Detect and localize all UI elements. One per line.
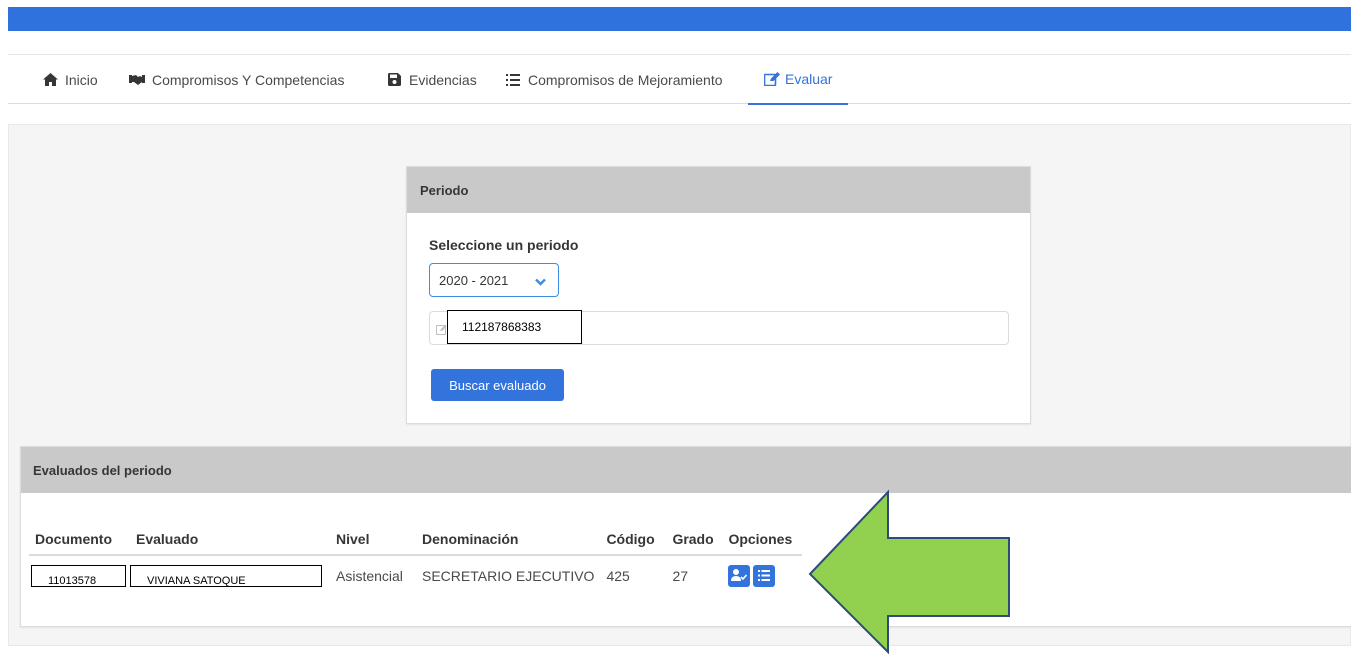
column-header: Denominación [416,523,601,556]
column-header: Código [600,523,667,556]
list-icon [758,568,771,584]
grado-cell: 27 [672,567,689,584]
buscar-evaluado-button[interactable]: Buscar evaluado [431,369,564,401]
top-bar [8,7,1351,31]
save-icon [386,72,402,88]
evaluado-cell: VIVIANA SATOQUE [130,555,330,595]
list-evidencias-button[interactable] [753,564,776,587]
evaluado-search-field [429,310,1009,345]
column-header: Evaluado [130,523,330,556]
documento-value: 11013578 [31,564,126,587]
tab-label: Compromisos Y Competencias [152,71,345,88]
green-arrow-annotation [808,489,1010,654]
evaluados-table: Documento Evaluado Nivel Denominación Có… [29,523,803,595]
handshake-icon [129,72,145,88]
chevron-down-icon [535,274,546,289]
evaluate-user-button[interactable] [728,564,751,587]
evaluate-user-icon [731,568,748,584]
column-header: Nivel [330,523,416,556]
evaluados-card: Evaluados del periodo Documento Evaluado… [20,446,1351,627]
main-tabs: Inicio Compromisos Y Competencias Eviden… [8,54,1351,105]
tab-compromisos-mejoramiento[interactable]: Compromisos de Mejoramiento [505,55,723,104]
tab-inicio[interactable]: Inicio [42,55,98,104]
table-header-row: Documento Evaluado Nivel Denominación Có… [29,523,803,556]
tab-evaluar[interactable]: Evaluar [748,55,849,105]
evaluados-title: Evaluados del periodo [21,447,1351,493]
tab-label: Evidencias [409,71,477,88]
evaluado-search-input[interactable] [447,310,582,344]
home-icon [42,72,58,88]
column-header: Grado [666,523,723,556]
tab-label: Compromisos de Mejoramiento [528,71,723,88]
edit-icon [764,71,780,87]
edit-icon [436,322,447,338]
column-header: Opciones [722,523,803,556]
column-header: Documento [29,523,130,556]
list-icon [505,72,521,88]
evaluado-value: VIVIANA SATOQUE [130,564,322,587]
codigo-cell: 425 [606,567,630,584]
denominacion-cell: SECRETARIO EJECUTIVO [422,567,595,584]
periodo-title: Periodo [407,167,1030,213]
nivel-cell: Asistencial [336,567,403,584]
tab-evidencias[interactable]: Evidencias [386,55,477,104]
table-row: 11013578 VIVIANA SATOQUE Asistencial SEC… [29,555,802,595]
tab-label: Evaluar [785,71,833,87]
periodo-selected-value: 2020 - 2021 [439,272,509,288]
periodo-select[interactable]: 2020 - 2021 [429,263,559,297]
tab-label: Inicio [65,71,98,88]
periodo-select-label: Seleccione un periodo [429,237,579,253]
tab-compromisos-competencias[interactable]: Compromisos Y Competencias [129,55,344,104]
documento-cell: 11013578 [29,555,130,595]
opciones-cell [722,555,802,595]
periodo-card: Periodo Seleccione un periodo 2020 - 202… [406,166,1031,424]
